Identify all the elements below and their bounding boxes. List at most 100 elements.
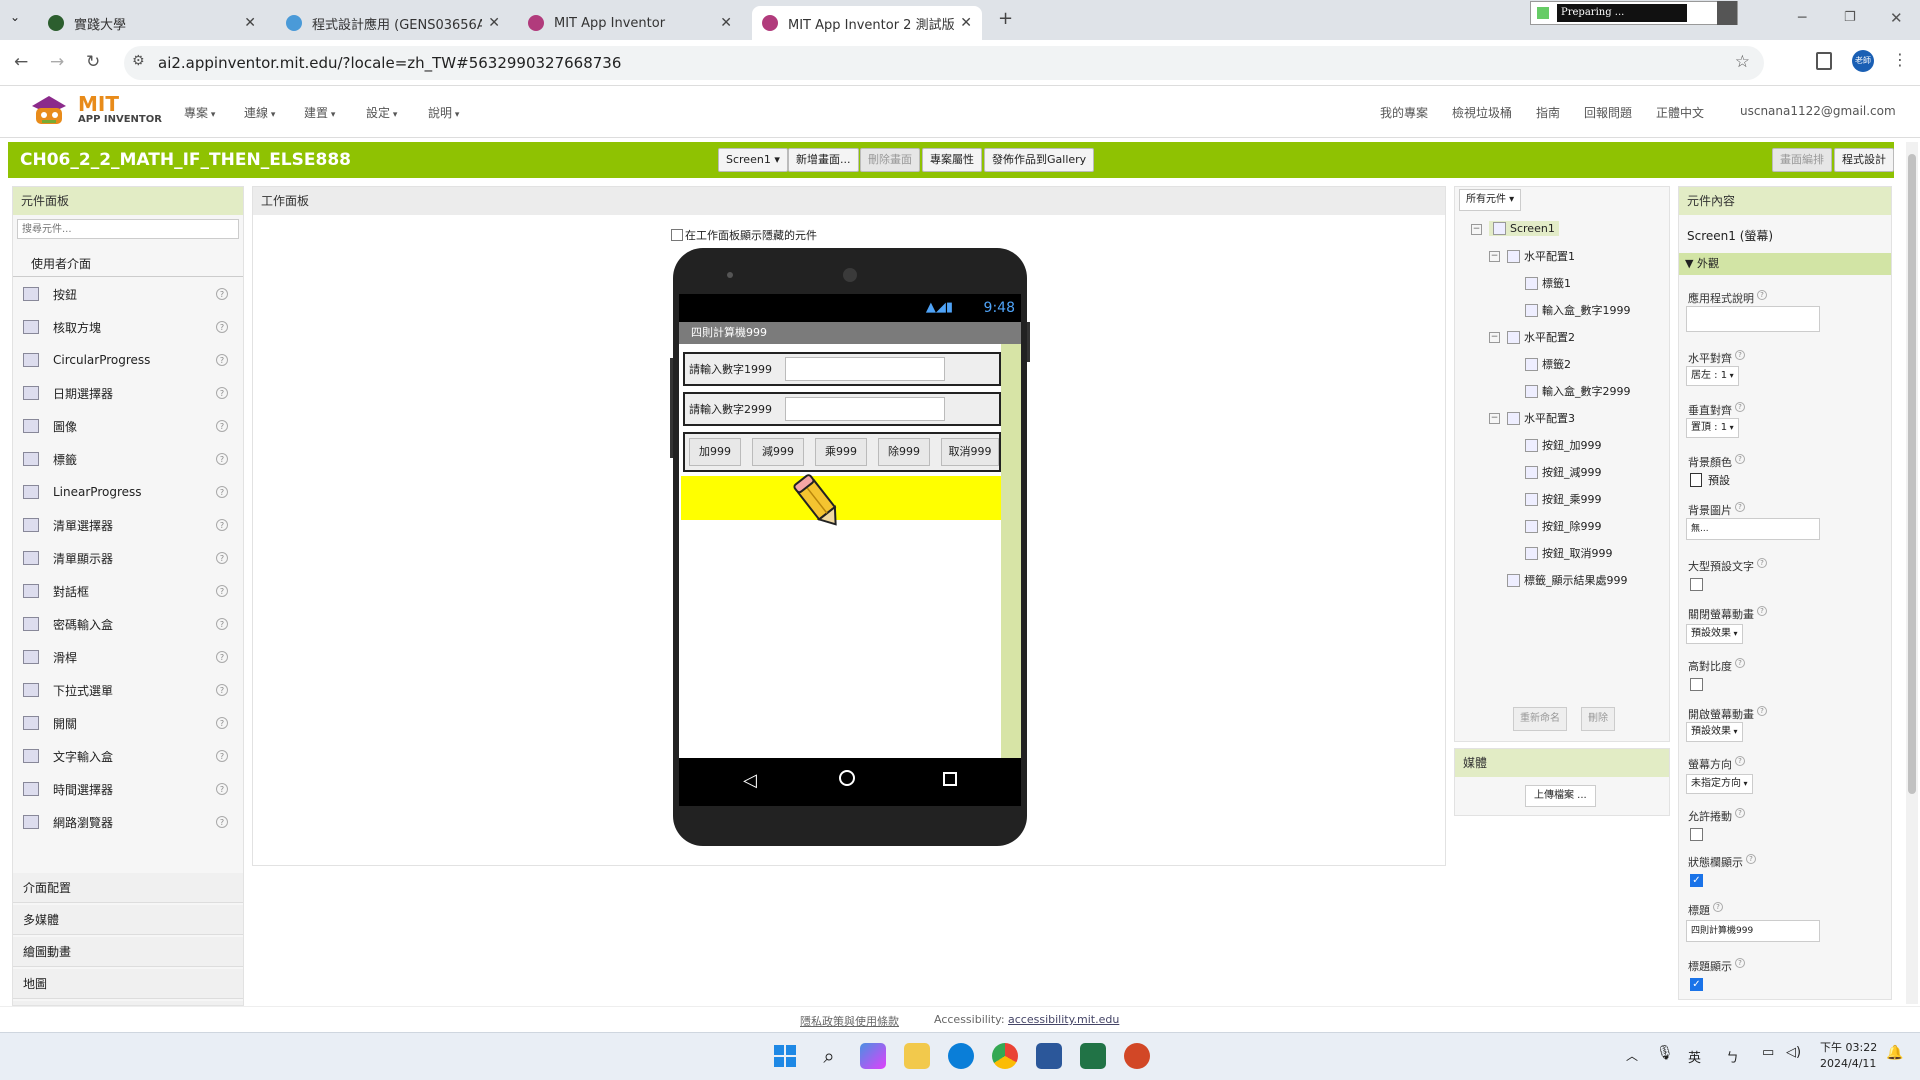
prop-bigfont-checkbox[interactable] [1690,578,1703,591]
edge-icon[interactable] [948,1043,974,1069]
help-icon[interactable]: ? [216,453,228,465]
help-icon[interactable]: ? [1713,902,1723,912]
help-icon[interactable]: ? [216,552,228,564]
restore-icon[interactable]: ❐ [1844,10,1856,25]
palette-category[interactable]: 介面配置 [13,873,243,903]
window-close-icon[interactable]: ✕ [1890,9,1903,27]
accessibility-link[interactable]: accessibility.mit.edu [1008,1013,1119,1026]
palette-item[interactable]: 網路瀏覽器? [23,807,238,837]
help-icon[interactable]: ? [1746,854,1756,864]
tray-chevron-icon[interactable]: ︿ [1626,1047,1638,1064]
reload-icon[interactable]: ↻ [86,52,100,72]
help-icon[interactable]: ? [216,387,228,399]
prop-scroll-checkbox[interactable] [1690,828,1703,841]
link-report-issue[interactable]: 回報問題 [1584,104,1632,121]
palette-category[interactable]: 地圖 [13,969,243,999]
browser-menu-icon[interactable]: ⋮ [1892,50,1908,69]
volume-icon[interactable]: ◁) [1786,1045,1801,1060]
help-icon[interactable]: ? [216,321,228,333]
close-icon[interactable]: ✕ [488,15,500,31]
appearance-section[interactable]: ▼ 外觀 [1679,253,1891,275]
hidden-components-toggle[interactable]: 在工作面板顯示隱藏的元件 [671,227,817,243]
close-icon[interactable]: ✕ [960,15,972,31]
search-icon[interactable]: ⌕ [816,1043,842,1069]
help-icon[interactable]: ? [216,684,228,696]
remove-screen-button[interactable]: 刪除畫面 [860,148,920,172]
palette-search-input[interactable] [17,219,239,239]
help-icon[interactable]: ? [216,816,228,828]
mit-logo-icon[interactable] [28,92,70,130]
tree-toggle-icon[interactable]: − [1489,332,1500,343]
account-menu[interactable]: uscnana1122@gmail.com [1740,104,1896,118]
button-add[interactable]: 加999 [689,438,741,466]
url-input[interactable]: ⚙ ai2.appinventor.mit.edu/?locale=zh_TW#… [124,46,1764,80]
tree-node[interactable]: 輸入盒_數字2999 [1525,383,1631,399]
palette-item[interactable]: 下拉式選單? [23,675,238,705]
prop-open-anim-select[interactable]: 預設效果 [1686,722,1743,742]
add-screen-button[interactable]: 新增畫面... [788,148,859,172]
help-icon[interactable]: ? [1735,350,1745,360]
project-properties-button[interactable]: 專案屬性 [922,148,982,172]
tab-3[interactable]: MIT App Inventor ✕ [518,6,742,40]
tree-node[interactable]: 水平配置1 [1507,248,1575,264]
prop-orientation-select[interactable]: 未指定方向 [1686,774,1753,794]
prop-app-description-input[interactable] [1686,306,1820,332]
palette-item[interactable]: 對話框? [23,576,238,606]
site-info-icon[interactable]: ⚙ [132,53,145,69]
menu-build[interactable]: 建置 [304,104,335,121]
link-my-projects[interactable]: 我的專案 [1380,104,1428,121]
tree-node[interactable]: 按鈕_減999 [1525,464,1602,480]
help-icon[interactable]: ? [216,651,228,663]
palette-item[interactable]: 按鈕? [23,279,238,309]
tree-node[interactable]: 水平配置3 [1507,410,1575,426]
tab-search-icon[interactable]: ⌄ [10,10,20,24]
tab-2[interactable]: 程式設計應用 (GENS03656A1 ✕ [276,6,510,40]
button-multiply[interactable]: 乘999 [815,438,867,466]
help-icon[interactable]: ? [1735,756,1745,766]
tree-node[interactable]: 水平配置2 [1507,329,1575,345]
help-icon[interactable]: ? [216,783,228,795]
microphone-icon[interactable]: 🎙 [1656,1045,1674,1061]
page-scrollbar[interactable] [1906,142,1918,1004]
tree-node[interactable]: 輸入盒_數字1999 [1525,302,1631,318]
publish-gallery-button[interactable]: 發佈作品到Gallery [984,148,1095,172]
blocks-button[interactable]: 程式設計 [1834,148,1894,172]
menu-connect[interactable]: 連線 [244,104,275,121]
privacy-link[interactable]: 隱私政策與使用條款 [800,1013,899,1029]
prop-titlevisible-checkbox[interactable]: ✓ [1690,978,1703,991]
help-icon[interactable]: ? [1735,502,1745,512]
delete-button[interactable]: 刪除 [1581,707,1615,731]
minimize-icon[interactable]: ─ [1798,10,1806,26]
help-icon[interactable]: ? [1735,958,1745,968]
tab-1[interactable]: 實踐大學 ✕ [38,6,266,40]
page-scrollbar-thumb[interactable] [1908,154,1916,794]
hidden-components-checkbox[interactable] [671,229,683,241]
back-icon[interactable]: ← [14,52,28,72]
help-icon[interactable]: ? [1757,606,1767,616]
palette-item[interactable]: 文字輸入盒? [23,741,238,771]
help-icon[interactable]: ? [1735,402,1745,412]
prop-hicontrast-checkbox[interactable] [1690,678,1703,691]
prop-bgimage-input[interactable]: 無... [1686,518,1820,540]
tree-toggle-icon[interactable]: − [1489,413,1500,424]
prop-title-input[interactable]: 四則計算機999 [1686,920,1820,942]
excel-icon[interactable] [1080,1043,1106,1069]
file-explorer-icon[interactable] [904,1043,930,1069]
close-icon[interactable]: ✕ [720,15,732,31]
tree-node[interactable]: 標籤1 [1525,275,1571,291]
palette-category[interactable]: 多媒體 [13,905,243,935]
tab-4-active[interactable]: MIT App Inventor 2 測試版 ✕ [752,6,982,40]
help-icon[interactable]: ? [216,354,228,366]
menu-settings[interactable]: 設定 [366,104,397,121]
rename-button[interactable]: 重新命名 [1513,707,1567,731]
palette-item[interactable]: 密碼輸入盒? [23,609,238,639]
forward-icon[interactable]: → [50,52,64,72]
help-icon[interactable]: ? [216,717,228,729]
chrome-icon[interactable] [992,1043,1018,1069]
help-icon[interactable]: ? [216,618,228,630]
bookmark-star-icon[interactable]: ☆ [1735,52,1750,72]
palette-item[interactable]: CircularProgress? [23,345,238,375]
new-tab-button[interactable]: + [998,8,1013,29]
horizontal-arrangement-3[interactable]: 加999 減999 乘999 除999 取消999 [683,432,1001,472]
palette-item[interactable]: 時間選擇器? [23,774,238,804]
